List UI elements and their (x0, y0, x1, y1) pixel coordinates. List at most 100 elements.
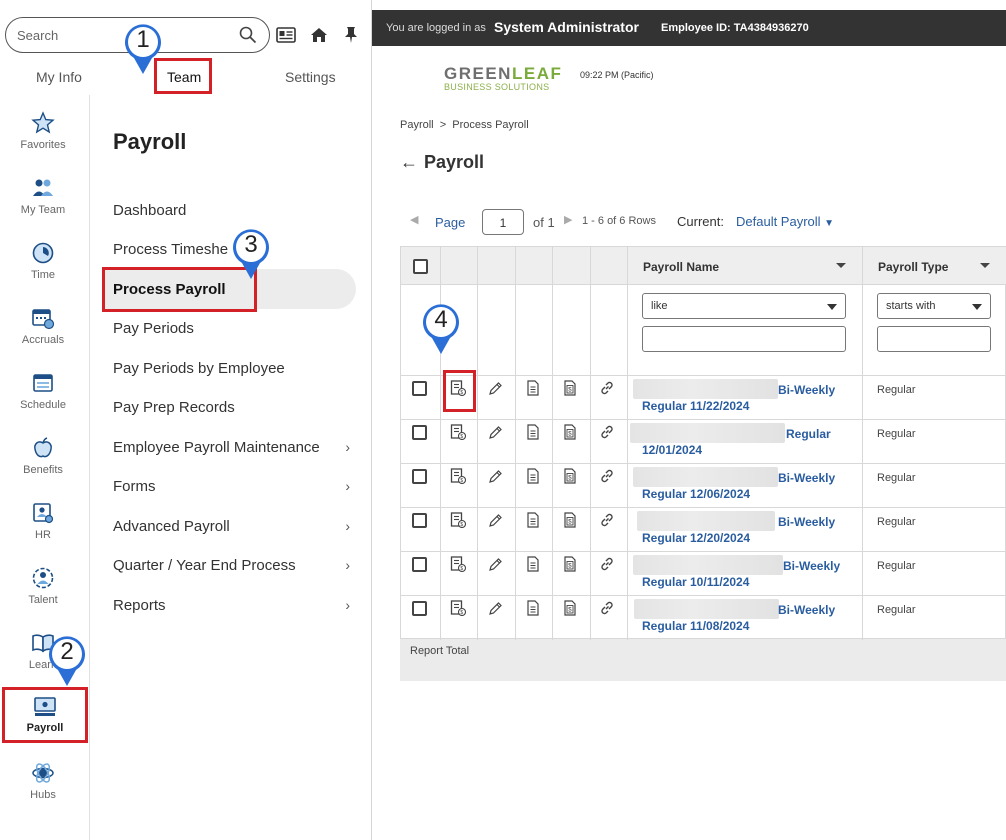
edit-pencil-icon[interactable] (487, 601, 503, 617)
pay-stub-icon[interactable]: $ (562, 512, 578, 528)
link-icon[interactable] (599, 424, 615, 440)
column-header-payroll-name[interactable]: Payroll Name (643, 260, 719, 274)
clock-text: 09:22 PM (Pacific) (580, 70, 654, 80)
document-icon[interactable] (525, 600, 541, 616)
pay-stub-icon[interactable]: $ (562, 600, 578, 616)
menu-item-pay-periods-by-employee[interactable]: Pay Periods by Employee (113, 360, 353, 377)
column-header-payroll-type[interactable]: Payroll Type (878, 260, 948, 274)
payroll-name-filter-operator[interactable]: like (642, 293, 846, 319)
payroll-name-link[interactable]: Bi-Weekly (783, 559, 840, 573)
rail-item-favorites[interactable]: Favorites (0, 111, 86, 151)
next-page-icon[interactable]: ▶ (564, 213, 572, 226)
back-arrow-icon[interactable]: ← (400, 152, 418, 172)
payroll-name-link[interactable]: Bi-Weekly (778, 383, 835, 397)
document-icon[interactable] (525, 380, 541, 396)
row-checkbox[interactable] (412, 381, 427, 396)
rail-item-hubs[interactable]: Hubs (0, 761, 86, 801)
select-all-checkbox[interactable] (413, 259, 428, 274)
document-icon[interactable] (525, 556, 541, 572)
pay-stub-icon[interactable]: $ (562, 468, 578, 484)
page-number-input[interactable]: 1 (482, 209, 524, 235)
payroll-name-link[interactable]: Bi-Weekly (778, 471, 835, 485)
edit-pencil-icon[interactable] (487, 513, 503, 529)
menu-item-forms[interactable]: Forms › (113, 478, 353, 495)
payroll-name-link-line2[interactable]: Regular 12/20/2024 (642, 531, 750, 545)
edit-pencil-icon[interactable] (487, 557, 503, 573)
row-checkbox[interactable] (412, 425, 427, 440)
payroll-name-link-line2[interactable]: Regular 12/06/2024 (642, 487, 750, 501)
edit-pencil-icon[interactable] (487, 425, 503, 441)
navigation-panel: Search My Info Team Settings Favorites M… (0, 0, 372, 840)
column-menu-icon[interactable] (980, 263, 990, 268)
payroll-name-link-line2[interactable]: Regular 11/22/2024 (642, 399, 749, 413)
rail-item-my-team[interactable]: My Team (0, 176, 86, 216)
link-icon[interactable] (599, 556, 615, 572)
payroll-type-filter-operator[interactable]: starts with (877, 293, 991, 319)
row-count: 1 - 6 of 6 Rows (582, 215, 656, 227)
payroll-type-value: Regular (877, 560, 916, 572)
rail-item-accruals[interactable]: Accruals (0, 306, 86, 346)
rail-item-time[interactable]: Time (0, 241, 86, 281)
breadcrumb[interactable]: Payroll > Process Payroll (400, 119, 529, 131)
menu-item-reports[interactable]: Reports › (113, 597, 353, 614)
document-icon[interactable] (525, 512, 541, 528)
company-logo: GREENLEAF BUSINESS SOLUTIONS (444, 64, 562, 92)
payroll-name-link-line2[interactable]: 12/01/2024 (642, 443, 702, 457)
rail-item-payroll[interactable]: Payroll (2, 687, 88, 743)
pin-icon[interactable] (341, 25, 361, 45)
home-icon[interactable] (309, 25, 329, 45)
menu-item-quarter-year-end[interactable]: Quarter / Year End Process › (113, 557, 353, 574)
link-icon[interactable] (599, 512, 615, 528)
svg-text:$: $ (460, 434, 463, 440)
payroll-type-filter-input[interactable] (877, 326, 991, 352)
redacted-text (633, 555, 783, 575)
search-icon[interactable] (239, 26, 257, 44)
process-payroll-icon[interactable]: $ (450, 424, 466, 440)
rail-item-benefits[interactable]: Benefits (0, 436, 86, 476)
current-view-label: Current: (677, 214, 724, 229)
column-menu-icon[interactable] (836, 263, 846, 268)
payroll-type-value: Regular (877, 472, 916, 484)
payroll-name-link[interactable]: Regular (786, 427, 831, 441)
rail-item-schedule[interactable]: Schedule (0, 371, 86, 411)
pay-stub-icon[interactable]: $ (562, 380, 578, 396)
payroll-name-filter-input[interactable] (642, 326, 846, 352)
process-icon-highlight-box (443, 370, 476, 412)
process-payroll-icon[interactable]: $ (450, 600, 466, 616)
rail-item-hr[interactable]: HR (0, 501, 86, 541)
menu-item-employee-payroll-maintenance[interactable]: Employee Payroll Maintenance › (113, 439, 353, 456)
tab-settings[interactable]: Settings (285, 69, 336, 85)
tab-my-info[interactable]: My Info (36, 69, 82, 85)
pay-stub-icon[interactable]: $ (562, 556, 578, 572)
link-icon[interactable] (599, 600, 615, 616)
menu-item-pay-periods[interactable]: Pay Periods (113, 320, 353, 337)
current-view-dropdown[interactable]: Default Payroll ▼ (736, 214, 834, 229)
document-icon[interactable] (525, 424, 541, 440)
process-payroll-icon[interactable]: $ (450, 556, 466, 572)
clock-icon (32, 242, 54, 264)
menu-item-advanced-payroll[interactable]: Advanced Payroll › (113, 518, 353, 535)
document-icon[interactable] (525, 468, 541, 484)
row-checkbox[interactable] (412, 557, 427, 572)
row-checkbox[interactable] (412, 513, 427, 528)
menu-item-dashboard[interactable]: Dashboard (113, 202, 353, 219)
link-icon[interactable] (599, 380, 615, 396)
row-checkbox[interactable] (412, 469, 427, 484)
rail-item-talent[interactable]: Talent (0, 566, 86, 606)
edit-pencil-icon[interactable] (487, 469, 503, 485)
process-payroll-icon[interactable]: $ (450, 468, 466, 484)
payroll-name-link-line2[interactable]: Regular 11/08/2024 (642, 619, 749, 633)
menu-item-label: Process Timeshe (113, 241, 229, 258)
payroll-name-link[interactable]: Bi-Weekly (778, 515, 835, 529)
prev-page-icon[interactable]: ◀ (410, 213, 418, 226)
pay-stub-icon[interactable]: $ (562, 424, 578, 440)
id-card-icon[interactable] (276, 25, 296, 45)
row-checkbox[interactable] (412, 601, 427, 616)
process-payroll-icon[interactable]: $ (450, 512, 466, 528)
payroll-name-link[interactable]: Bi-Weekly (778, 603, 835, 617)
edit-pencil-icon[interactable] (487, 381, 503, 397)
menu-item-pay-prep-records[interactable]: Pay Prep Records (113, 399, 353, 416)
payroll-name-link-line2[interactable]: Regular 10/11/2024 (642, 575, 749, 589)
link-icon[interactable] (599, 468, 615, 484)
calendar-icon (33, 374, 53, 392)
